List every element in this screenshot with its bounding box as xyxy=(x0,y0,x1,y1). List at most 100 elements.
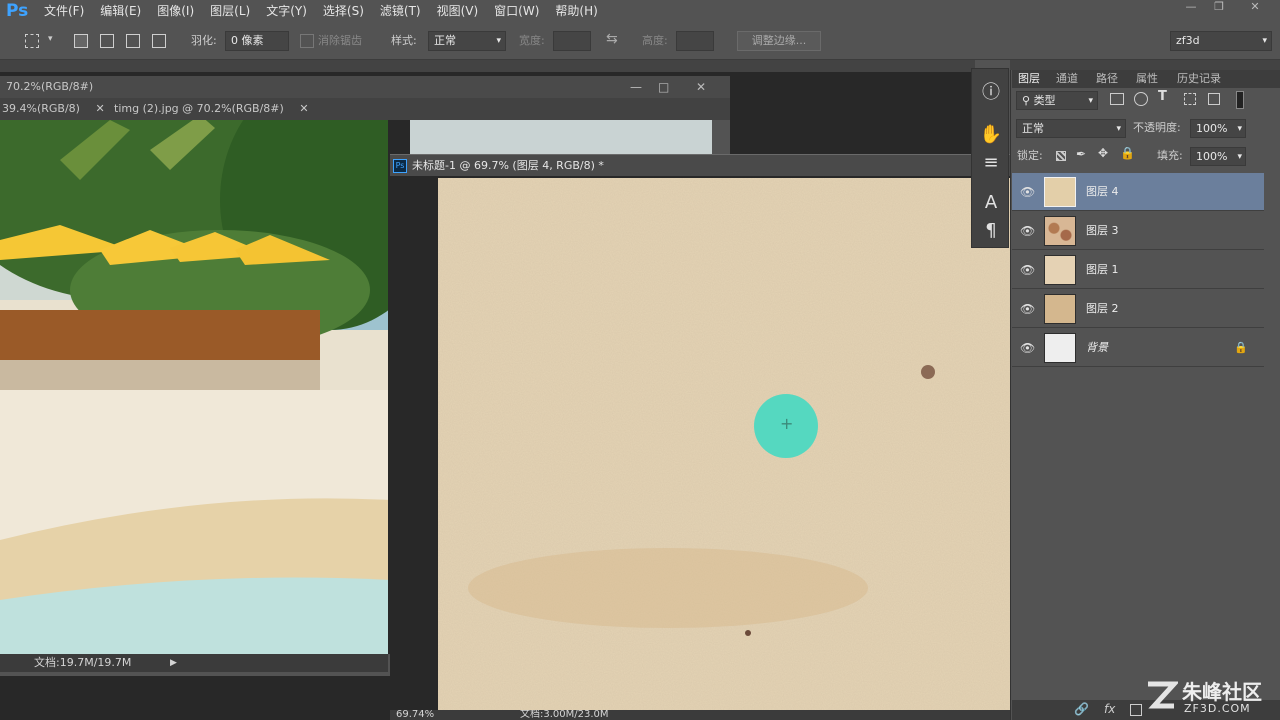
sand-texture-canvas[interactable] xyxy=(438,178,1010,710)
chevron-down-icon[interactable]: ▾ xyxy=(48,34,53,44)
triangle-right-icon[interactable]: ▶ xyxy=(170,654,177,672)
layer-row-2[interactable]: 👁 图层 2 xyxy=(1012,290,1264,328)
doc1-title: 70.2%(RGB/8#) xyxy=(6,80,94,93)
workspace-select[interactable]: zf3d ▾ xyxy=(1170,31,1272,51)
layer-row-background[interactable]: 👁 背景 🔒 xyxy=(1012,329,1264,367)
watermark-logo xyxy=(1148,681,1178,709)
opacity-label: 不透明度: xyxy=(1133,121,1181,134)
layer-thumbnail xyxy=(1044,216,1076,246)
opacity-input[interactable]: 100% ▾ xyxy=(1190,119,1246,138)
adjustments-icon[interactable]: ≡ xyxy=(979,151,1003,175)
options-bar: ▾ 羽化: 0 像素 消除锯齿 样式: 正常 ▾ 宽度: ⇆ 高度: 调整边缘.… xyxy=(0,22,1280,60)
filter-adjustment-icon[interactable] xyxy=(1134,92,1148,106)
tab-layers[interactable]: 图层 xyxy=(1018,70,1040,88)
antialias-checkbox[interactable] xyxy=(300,34,314,48)
close-icon[interactable]: ✕ xyxy=(95,102,104,115)
panel-tab-bar: 图层 通道 路径 属性 历史记录 xyxy=(1012,70,1280,88)
doc2-title: 未标题-1 @ 69.7% (图层 4, RGB/8) * xyxy=(412,159,604,172)
filter-type-icon[interactable]: T xyxy=(1158,89,1167,104)
menu-filter[interactable]: 滤镜(T) xyxy=(372,0,429,22)
document-window-untitled-titlebar[interactable]: Ps 未标题-1 @ 69.7% (图层 4, RGB/8) * xyxy=(390,154,1010,176)
document-dock-strip xyxy=(0,60,975,72)
layer-row-1[interactable]: 👁 图层 1 xyxy=(1012,251,1264,289)
menu-edit[interactable]: 编辑(E) xyxy=(92,0,149,22)
restore-icon[interactable]: ❐ xyxy=(1204,0,1234,14)
menu-select[interactable]: 选择(S) xyxy=(315,0,372,22)
info-icon[interactable]: ⓘ xyxy=(979,81,1003,105)
mask-icon[interactable] xyxy=(1130,704,1142,716)
blend-mode-select[interactable]: 正常 ▾ xyxy=(1016,119,1126,138)
layer-name: 图层 4 xyxy=(1086,185,1119,198)
subtract-selection-icon[interactable] xyxy=(126,34,140,48)
search-icon: ⚲ xyxy=(1022,94,1031,107)
character-icon[interactable]: A xyxy=(979,191,1003,215)
menu-window[interactable]: 窗口(W) xyxy=(486,0,547,22)
menu-help[interactable]: 帮助(H) xyxy=(547,0,605,22)
eye-icon[interactable]: 👁 xyxy=(1020,263,1035,277)
menu-layer[interactable]: 图层(L) xyxy=(202,0,258,22)
paragraph-icon[interactable]: ¶ xyxy=(979,219,1003,243)
layer-thumbnail xyxy=(1044,177,1076,207)
new-selection-icon[interactable] xyxy=(74,34,88,48)
eye-icon[interactable]: 👁 xyxy=(1020,302,1035,316)
menu-view[interactable]: 视图(V) xyxy=(429,0,487,22)
sand-texture xyxy=(438,178,1010,710)
lock-paint-icon[interactable]: ✒ xyxy=(1076,147,1086,161)
layer-row-3[interactable]: 👁 图层 3 xyxy=(1012,212,1264,250)
lock-icon: 🔒 xyxy=(1234,341,1248,354)
intersect-selection-icon[interactable] xyxy=(152,34,166,48)
filter-smart-object-icon[interactable] xyxy=(1208,93,1220,105)
width-label: 宽度: xyxy=(519,34,545,47)
lock-transparent-icon[interactable] xyxy=(1056,151,1066,161)
layer-filter-select[interactable]: ⚲ 类型 ▾ xyxy=(1016,91,1098,110)
maximize-icon[interactable]: □ xyxy=(658,76,669,98)
document-window-beach-titlebar[interactable]: 70.2%(RGB/8#) — □ ✕ xyxy=(0,76,730,98)
menu-file[interactable]: 文件(F) xyxy=(36,0,92,22)
minimize-icon[interactable]: — xyxy=(1176,0,1206,14)
filter-toggle[interactable] xyxy=(1236,91,1244,109)
fx-icon[interactable]: fx xyxy=(1104,702,1115,716)
close-icon[interactable]: ✕ xyxy=(299,102,308,115)
doc2-zoom-value[interactable]: 69.74% xyxy=(396,710,434,720)
link-icon[interactable]: 🔗 xyxy=(1074,702,1089,716)
hand-brush-icon[interactable]: ✋ xyxy=(979,123,1003,147)
watermark-url: ZF3D.COM xyxy=(1184,702,1251,715)
marquee-tool-icon[interactable] xyxy=(25,34,39,48)
tab-properties[interactable]: 属性 xyxy=(1136,70,1158,88)
feather-input[interactable]: 0 像素 xyxy=(225,31,289,51)
width-input[interactable] xyxy=(553,31,591,51)
add-selection-icon[interactable] xyxy=(100,34,114,48)
layer-row-4[interactable]: 👁 图层 4 xyxy=(1012,173,1264,211)
filter-shape-icon[interactable] xyxy=(1184,93,1196,105)
filter-pixel-icon[interactable] xyxy=(1110,93,1124,105)
tab-doc-a[interactable]: 39.4%(RGB/8) ✕ xyxy=(2,98,105,120)
lock-label: 锁定: xyxy=(1017,149,1043,162)
fill-input[interactable]: 100% ▾ xyxy=(1190,147,1246,166)
refine-edge-button[interactable]: 调整边缘... xyxy=(737,31,821,51)
chevron-down-icon: ▾ xyxy=(496,36,501,46)
doc2-status-bar: 69.74% 文档:3.00M/23.0M xyxy=(390,710,1010,720)
crosshair-icon: + xyxy=(780,414,794,433)
lock-move-icon[interactable]: ✥ xyxy=(1098,146,1108,160)
menu-image[interactable]: 图像(I) xyxy=(149,0,202,22)
tab-doc-timg-label: timg (2).jpg @ 70.2%(RGB/8#) xyxy=(114,102,284,115)
panel-header-strip xyxy=(1010,60,1280,70)
style-select[interactable]: 正常 ▾ xyxy=(428,31,506,51)
minimize-icon[interactable]: — xyxy=(630,76,642,98)
close-icon[interactable]: ✕ xyxy=(696,76,706,98)
eye-icon[interactable]: 👁 xyxy=(1020,341,1035,355)
layer-filter-label: 类型 xyxy=(1033,94,1056,107)
tab-channels[interactable]: 通道 xyxy=(1056,70,1078,88)
eye-icon[interactable]: 👁 xyxy=(1020,224,1035,238)
swap-icon[interactable]: ⇆ xyxy=(606,31,618,47)
eye-icon[interactable]: 👁 xyxy=(1020,185,1035,199)
lock-all-icon[interactable]: 🔒 xyxy=(1120,146,1135,160)
close-icon[interactable]: ✕ xyxy=(1240,0,1270,14)
style-label: 样式: xyxy=(391,34,417,47)
tab-history[interactable]: 历史记录 xyxy=(1177,70,1221,88)
height-input[interactable] xyxy=(676,31,714,51)
tab-paths[interactable]: 路径 xyxy=(1096,70,1118,88)
tab-doc-timg[interactable]: timg (2).jpg @ 70.2%(RGB/8#) ✕ xyxy=(114,98,309,120)
menu-type[interactable]: 文字(Y) xyxy=(258,0,315,22)
blend-mode-value: 正常 xyxy=(1022,122,1044,135)
